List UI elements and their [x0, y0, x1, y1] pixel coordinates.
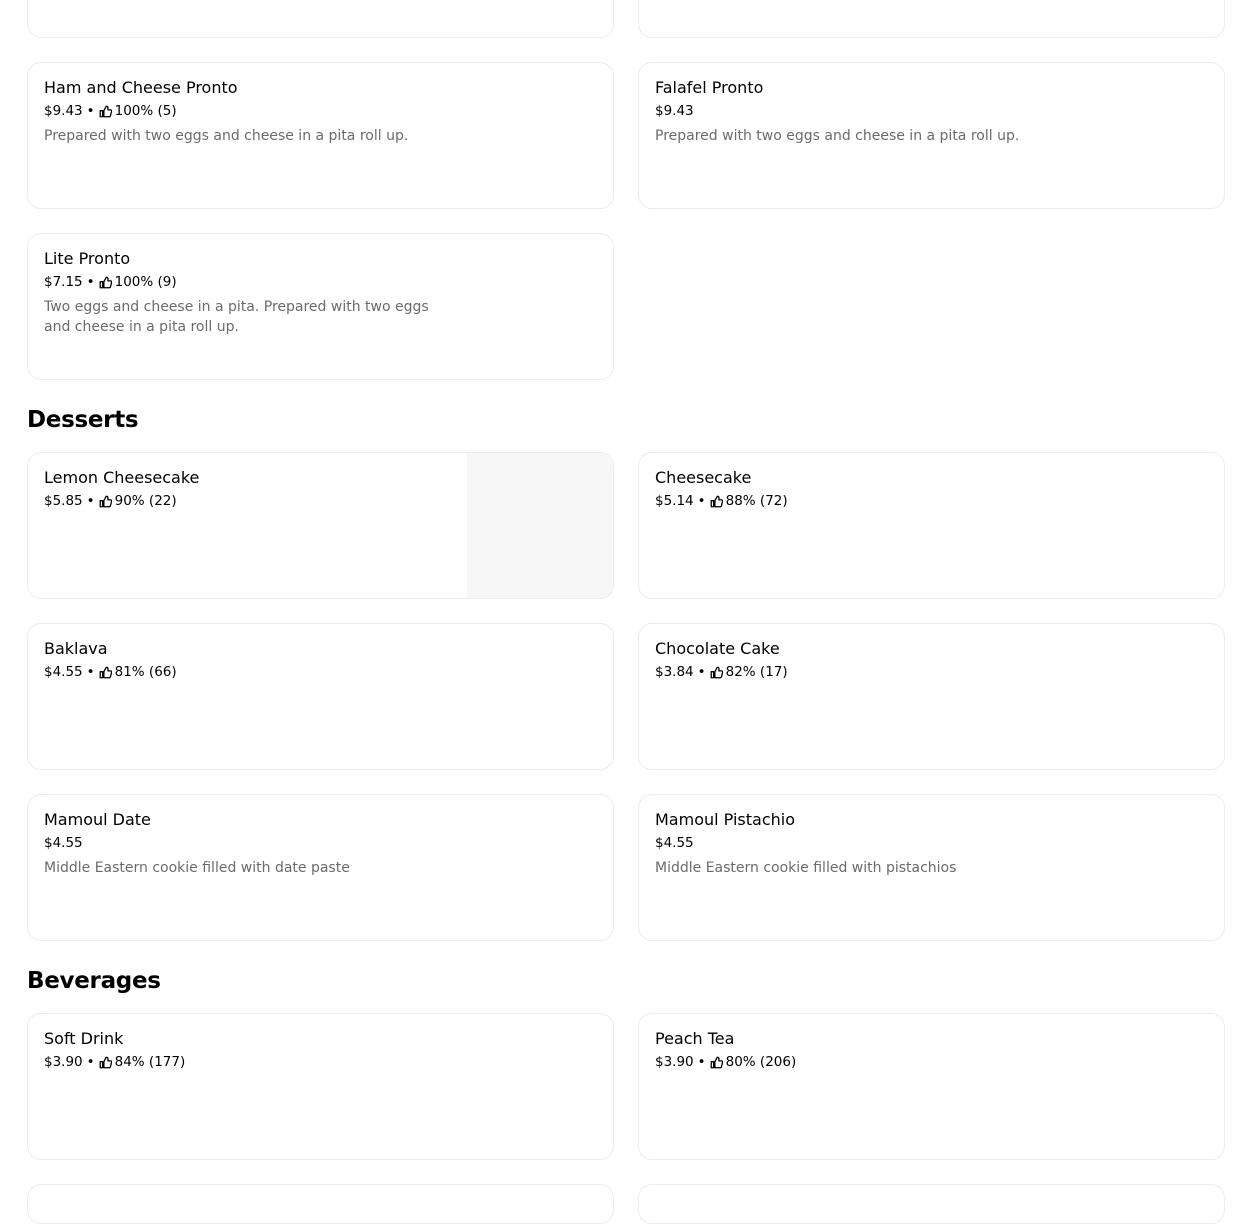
item-rating: 80% (206)	[725, 1054, 797, 1070]
item-meta: $5.14 • 88% (72)	[655, 492, 1208, 510]
item-rating: 90% (22)	[114, 493, 177, 509]
menu-item-baklava[interactable]: Baklava $4.55 • 81% (66)	[27, 623, 614, 770]
item-meta: $3.90 • 80% (206)	[655, 1053, 1208, 1071]
item-description: Middle Eastern cookie filled with pistac…	[655, 860, 957, 876]
item-meta: $3.84 • 82% (17)	[655, 663, 1208, 681]
item-price: $4.55	[655, 835, 694, 851]
item-rating: 100% (9)	[114, 274, 177, 290]
separator-dot: •	[697, 1054, 706, 1070]
item-name: Chocolate Cake	[655, 639, 780, 658]
item-price: $5.14	[655, 493, 694, 509]
item-meta: $9.43	[655, 102, 1208, 120]
menu-item-card-partial[interactable]	[27, 0, 614, 38]
thumbs-up-icon	[710, 666, 723, 679]
item-name: Peach Tea	[655, 1029, 735, 1048]
thumbs-up-icon	[99, 105, 112, 118]
item-name: Mamoul Pistachio	[655, 810, 795, 829]
menu-item-card-partial[interactable]	[27, 1184, 614, 1224]
item-meta: $3.90 • 84% (177)	[44, 1053, 597, 1071]
item-price: $3.90	[44, 1054, 83, 1070]
menu-item-mamoul-date[interactable]: Mamoul Date $4.55 Middle Eastern cookie …	[27, 794, 614, 941]
item-meta: $4.55 • 81% (66)	[44, 663, 597, 681]
menu-item-lite-pronto[interactable]: Lite Pronto $7.15 • 100% (9) Two eggs an…	[27, 233, 614, 380]
item-meta: $4.55	[44, 834, 597, 852]
item-description: Two eggs and cheese in a pita. Prepared …	[44, 299, 429, 335]
separator-dot: •	[86, 1054, 95, 1070]
menu-item-chocolate-cake[interactable]: Chocolate Cake $3.84 • 82% (17)	[638, 623, 1225, 770]
thumbs-up-icon	[710, 495, 723, 508]
menu-item-card-partial[interactable]	[638, 1184, 1225, 1224]
item-rating: 100% (5)	[114, 103, 177, 119]
thumbs-up-icon	[99, 666, 112, 679]
item-description: Prepared with two eggs and cheese in a p…	[655, 128, 1020, 144]
item-image-placeholder	[467, 453, 613, 598]
separator-dot: •	[86, 274, 95, 290]
item-name: Mamoul Date	[44, 810, 151, 829]
item-price: $7.15	[44, 274, 83, 290]
item-rating: 84% (177)	[114, 1054, 186, 1070]
item-price: $4.55	[44, 835, 83, 851]
thumbs-up-icon	[99, 276, 112, 289]
separator-dot: •	[86, 103, 95, 119]
item-name: Ham and Cheese Pronto	[44, 78, 238, 97]
item-meta: $4.55	[655, 834, 1208, 852]
section-title-beverages: Beverages	[27, 968, 161, 994]
thumbs-up-icon	[99, 495, 112, 508]
item-price: $3.90	[655, 1054, 694, 1070]
item-name: Falafel Pronto	[655, 78, 764, 97]
item-meta: $9.43 • 100% (5)	[44, 102, 597, 120]
item-name: Soft Drink	[44, 1029, 124, 1048]
item-description: Middle Eastern cookie filled with date p…	[44, 860, 350, 876]
item-meta: $7.15 • 100% (9)	[44, 273, 597, 291]
item-price: $4.55	[44, 664, 83, 680]
separator-dot: •	[86, 664, 95, 680]
item-rating: 82% (17)	[725, 664, 788, 680]
item-name: Cheesecake	[655, 468, 752, 487]
section-title-desserts: Desserts	[27, 407, 139, 433]
item-price: $3.84	[655, 664, 694, 680]
separator-dot: •	[697, 664, 706, 680]
item-price: $9.43	[655, 103, 694, 119]
item-rating: 88% (72)	[725, 493, 788, 509]
menu-item-mamoul-pistachio[interactable]: Mamoul Pistachio $4.55 Middle Eastern co…	[638, 794, 1225, 941]
thumbs-up-icon	[710, 1056, 723, 1069]
menu-item-lemon-cheesecake[interactable]: Lemon Cheesecake $5.85 • 90% (22)	[27, 452, 614, 599]
item-price: $5.85	[44, 493, 83, 509]
item-price: $9.43	[44, 103, 83, 119]
menu-item-ham-and-cheese-pronto[interactable]: Ham and Cheese Pronto $9.43 • 100% (5) P…	[27, 62, 614, 209]
item-name: Baklava	[44, 639, 108, 658]
item-description: Prepared with two eggs and cheese in a p…	[44, 128, 409, 144]
item-name: Lite Pronto	[44, 249, 131, 268]
menu-item-card-partial[interactable]	[638, 0, 1225, 38]
menu-item-falafel-pronto[interactable]: Falafel Pronto $9.43 Prepared with two e…	[638, 62, 1225, 209]
menu-item-soft-drink[interactable]: Soft Drink $3.90 • 84% (177)	[27, 1013, 614, 1160]
menu-item-cheesecake[interactable]: Cheesecake $5.14 • 88% (72)	[638, 452, 1225, 599]
item-rating: 81% (66)	[114, 664, 177, 680]
separator-dot: •	[86, 493, 95, 509]
menu-item-peach-tea[interactable]: Peach Tea $3.90 • 80% (206)	[638, 1013, 1225, 1160]
separator-dot: •	[697, 493, 706, 509]
thumbs-up-icon	[99, 1056, 112, 1069]
